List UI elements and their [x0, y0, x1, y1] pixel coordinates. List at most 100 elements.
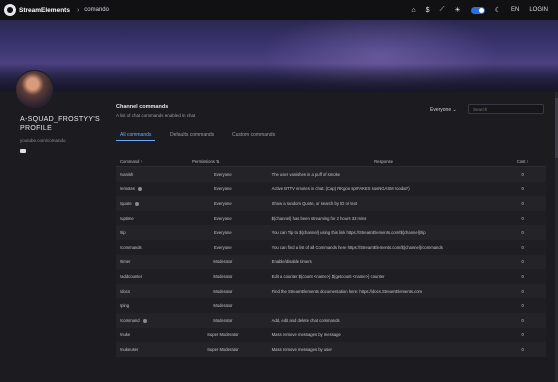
- permission-cell: Everyone: [178, 196, 268, 211]
- permission-filter-dropdown[interactable]: Everyone ⌄: [430, 107, 457, 113]
- command-cell: !addcounter: [116, 269, 178, 284]
- permission-cell: Moderator: [178, 284, 268, 299]
- top-navbar: StreamElements › comando ⌂ $ ⟋ ☀ ☾ EN LO…: [0, 0, 558, 20]
- cost-cell-text: 0: [521, 288, 524, 294]
- moon-icon: ☾: [494, 7, 501, 14]
- command-column-header[interactable]: Command ↑: [116, 156, 179, 167]
- response-cell: Mass remove messages by user: [268, 342, 500, 357]
- cost-cell: 0: [499, 225, 546, 240]
- brand-logo[interactable]: StreamElements: [4, 4, 70, 16]
- cost-cell: 0: [499, 313, 546, 328]
- response-cell: Edit a counter ${count <name>} ${getcoun…: [268, 269, 500, 284]
- cost-cell-text: 0: [521, 186, 524, 192]
- language-select[interactable]: EN: [511, 7, 519, 13]
- cost-cell: 0: [499, 182, 546, 197]
- table-row[interactable]: !command Moderator Add, edit and delete ch…: [116, 312, 546, 328]
- tab-custom-commands[interactable]: Custom commands: [228, 130, 279, 140]
- cost-cell: 0: [499, 211, 546, 226]
- table-row[interactable]: !nuke Super Moderator Mass remove messages…: [116, 327, 546, 343]
- command-cell-text: !emotes: [120, 186, 135, 192]
- profile-link[interactable]: youtube.com/comando: [20, 138, 100, 143]
- command-cell: !nukeuser: [116, 342, 178, 357]
- command-cell: !vanish: [116, 167, 178, 182]
- response-cell-text: You can Tip to ${channel} using this lin…: [271, 230, 426, 236]
- table-header-row: Command ↑ Permissions ⇅ Response Cost ↑: [116, 156, 546, 167]
- cost-cell: 0: [499, 255, 546, 270]
- command-cell-text: !tip: [120, 230, 126, 236]
- table-row[interactable]: !quote Everyone Show a random Quote, or se…: [116, 196, 546, 211]
- theme-toggle[interactable]: [470, 6, 485, 14]
- permission-cell: Super Moderator: [178, 328, 268, 343]
- response-cell: Find the StreamElements documentation he…: [268, 284, 500, 299]
- youtube-icon[interactable]: [20, 149, 26, 153]
- table-row[interactable]: !addcounter Moderator Edit a counter ${cou…: [116, 269, 546, 284]
- table-row[interactable]: !emotes Everyone Active BTTV emotes in cha…: [116, 181, 546, 197]
- command-cell-text: !addcounter: [120, 273, 143, 279]
- streamelements-logo-icon: [4, 4, 16, 16]
- tab-all-commands[interactable]: All commands: [116, 130, 156, 141]
- permission-cell-text: Moderator: [213, 288, 233, 294]
- cost-cell: 0: [499, 342, 546, 357]
- permission-cell: Moderator: [178, 269, 268, 284]
- permission-cell: Everyone: [178, 182, 268, 197]
- table-row[interactable]: !vanish Everyone The user vanishes in a pu…: [116, 166, 546, 182]
- permission-cell-text: Everyone: [214, 171, 232, 177]
- response-cell-text: Show a random Quote, or search by ID or …: [271, 200, 358, 206]
- table-row[interactable]: !commands Everyone You can find a list of …: [116, 239, 546, 255]
- permission-cell-text: Everyone: [214, 244, 232, 250]
- dollar-icon[interactable]: $: [426, 7, 430, 14]
- cost-cell: 0: [499, 196, 546, 211]
- command-cell-text: !nuke: [120, 332, 131, 338]
- command-tabs: All commands Defaults commands Custom co…: [116, 130, 546, 142]
- command-cell-text: !ping: [120, 303, 130, 309]
- permissions-column-header[interactable]: Permissions ⇅: [178, 156, 268, 167]
- command-cell: !docs: [116, 284, 178, 299]
- search-input[interactable]: Search: [468, 104, 544, 114]
- response-cell-text: ${channel} has been streaming for 2 hour…: [271, 215, 367, 221]
- permission-cell: Everyone: [178, 225, 268, 240]
- response-cell-text: Mass remove messages by message: [271, 332, 341, 338]
- permission-cell-text: Super Moderator: [207, 332, 239, 338]
- cost-column-header[interactable]: Cost ↑: [499, 156, 546, 167]
- table-row[interactable]: !ping Moderator 0: [116, 298, 546, 313]
- table-row[interactable]: !docs Moderator Find the StreamElements do…: [116, 283, 546, 299]
- table-row[interactable]: !uptime Everyone ${channel} has been strea…: [116, 210, 546, 226]
- command-cell-text: !command: [120, 317, 140, 323]
- info-icon[interactable]: [134, 201, 139, 206]
- response-cell-text: Active BTTV emotes in chat: (Cap) RKgoo …: [271, 186, 410, 192]
- cost-cell-text: 0: [521, 215, 524, 221]
- avatar: [15, 70, 54, 109]
- cost-cell-text: 0: [521, 200, 524, 206]
- cost-cell: 0: [499, 240, 546, 255]
- response-cell-text: Mass remove messages by user: [271, 346, 332, 352]
- cost-cell-text: 0: [521, 230, 524, 236]
- response-cell: You can Tip to ${channel} using this lin…: [268, 225, 500, 240]
- cost-cell: 0: [499, 167, 546, 182]
- permission-cell-text: Everyone: [214, 215, 232, 221]
- command-cell: !quote: [116, 196, 178, 211]
- response-cell: [268, 298, 500, 313]
- response-cell: Active BTTV emotes in chat: (Cap) RKgoo …: [268, 182, 500, 197]
- table-row[interactable]: !nukeuser Super Moderator Mass remove mess…: [116, 342, 546, 357]
- wand-icon[interactable]: ⟋: [440, 6, 445, 14]
- response-cell-text: Add, edit and delete chat commands: [271, 317, 340, 323]
- command-cell-text: !vanish: [120, 171, 134, 177]
- login-button[interactable]: LOGIN: [529, 7, 548, 13]
- permission-cell: Moderator: [178, 298, 268, 313]
- command-cell: !tip: [116, 225, 178, 240]
- permission-cell: Everyone: [178, 167, 268, 182]
- command-cell: !command: [116, 313, 178, 328]
- tab-default-commands[interactable]: Defaults commands: [166, 130, 218, 140]
- command-cell: !emotes: [116, 182, 178, 197]
- permission-cell: Moderator: [178, 313, 268, 328]
- response-cell: Enable/disable timers: [268, 255, 500, 270]
- info-icon[interactable]: [137, 187, 142, 192]
- command-cell: !commands: [116, 240, 178, 255]
- table-row[interactable]: !timer Moderator Enable/disable timers 0: [116, 254, 546, 270]
- info-icon[interactable]: [142, 318, 147, 323]
- home-icon[interactable]: ⌂: [411, 7, 415, 14]
- table-row[interactable]: !tip Everyone You can Tip to ${channel} us…: [116, 225, 546, 240]
- permission-cell: Moderator: [178, 255, 268, 270]
- permission-cell-text: Everyone: [214, 200, 232, 206]
- breadcrumb[interactable]: comando: [84, 7, 109, 13]
